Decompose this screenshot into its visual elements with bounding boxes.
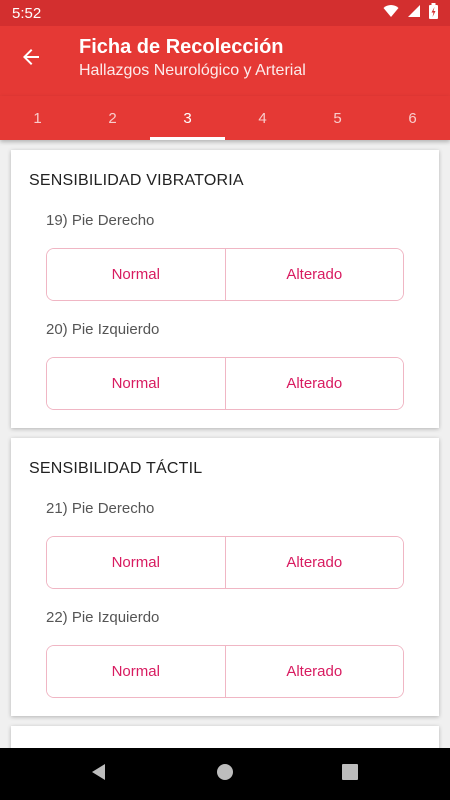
app-bar: Ficha de Recolección Hallazgos Neurológi… xyxy=(0,26,450,96)
section-card-vibratory: SENSIBILIDAD VIBRATORIA 19) Pie Derecho … xyxy=(11,150,439,428)
normal-button[interactable]: Normal xyxy=(47,646,225,697)
page-subtitle: Hallazgos Neurológico y Arterial xyxy=(79,62,306,79)
tab-6[interactable]: 6 xyxy=(375,96,450,140)
nav-home-button[interactable] xyxy=(215,763,235,786)
title-group: Ficha de Recolección Hallazgos Neurológi… xyxy=(79,34,306,82)
tab-3[interactable]: 3 xyxy=(150,96,225,140)
toggle-group: Normal Alterado xyxy=(46,645,404,698)
toggle-group: Normal Alterado xyxy=(46,536,404,589)
toggle-group: Normal Alterado xyxy=(46,357,404,410)
section-card-tactile: SENSIBILIDAD TÁCTIL 21) Pie Derecho Norm… xyxy=(11,438,439,716)
altered-button[interactable]: Alterado xyxy=(224,537,403,588)
status-time: 5:52 xyxy=(12,4,42,22)
page-title: Ficha de Recolección xyxy=(79,36,284,58)
nav-recents-icon xyxy=(342,763,358,785)
normal-button[interactable]: Normal xyxy=(47,537,225,588)
normal-button[interactable]: Normal xyxy=(47,249,225,300)
normal-button[interactable]: Normal xyxy=(47,358,225,409)
back-button[interactable] xyxy=(14,42,48,76)
question-label: 19) Pie Derecho xyxy=(46,212,155,229)
altered-button[interactable]: Alterado xyxy=(224,646,403,697)
tab-bar: 1 2 3 4 5 6 xyxy=(0,96,450,140)
form-content[interactable]: SENSIBILIDAD VIBRATORIA 19) Pie Derecho … xyxy=(0,140,450,748)
wifi-icon xyxy=(383,4,399,23)
battery-charging-icon xyxy=(429,2,438,24)
question-label: 21) Pie Derecho xyxy=(46,500,155,517)
altered-button[interactable]: Alterado xyxy=(224,358,403,409)
nav-back-button[interactable] xyxy=(89,763,109,786)
toggle-group: Normal Alterado xyxy=(46,248,404,301)
status-bar: 5:52 xyxy=(0,0,450,26)
question-label: 22) Pie Izquierdo xyxy=(46,609,160,626)
status-icons xyxy=(383,2,438,24)
cellular-signal-icon xyxy=(407,4,421,23)
section-card-partial xyxy=(11,726,439,748)
tab-4[interactable]: 4 xyxy=(225,96,300,140)
nav-home-icon xyxy=(216,763,234,786)
section-title: SENSIBILIDAD TÁCTIL xyxy=(29,460,203,477)
question-label: 20) Pie Izquierdo xyxy=(46,321,160,338)
system-nav-bar xyxy=(0,748,450,800)
nav-back-icon xyxy=(90,763,108,786)
tab-1[interactable]: 1 xyxy=(0,96,75,140)
tab-5[interactable]: 5 xyxy=(300,96,375,140)
nav-recents-button[interactable] xyxy=(340,763,360,785)
altered-button[interactable]: Alterado xyxy=(224,249,403,300)
section-title: SENSIBILIDAD VIBRATORIA xyxy=(29,172,244,189)
tab-2[interactable]: 2 xyxy=(75,96,150,140)
arrow-back-icon xyxy=(21,47,41,72)
